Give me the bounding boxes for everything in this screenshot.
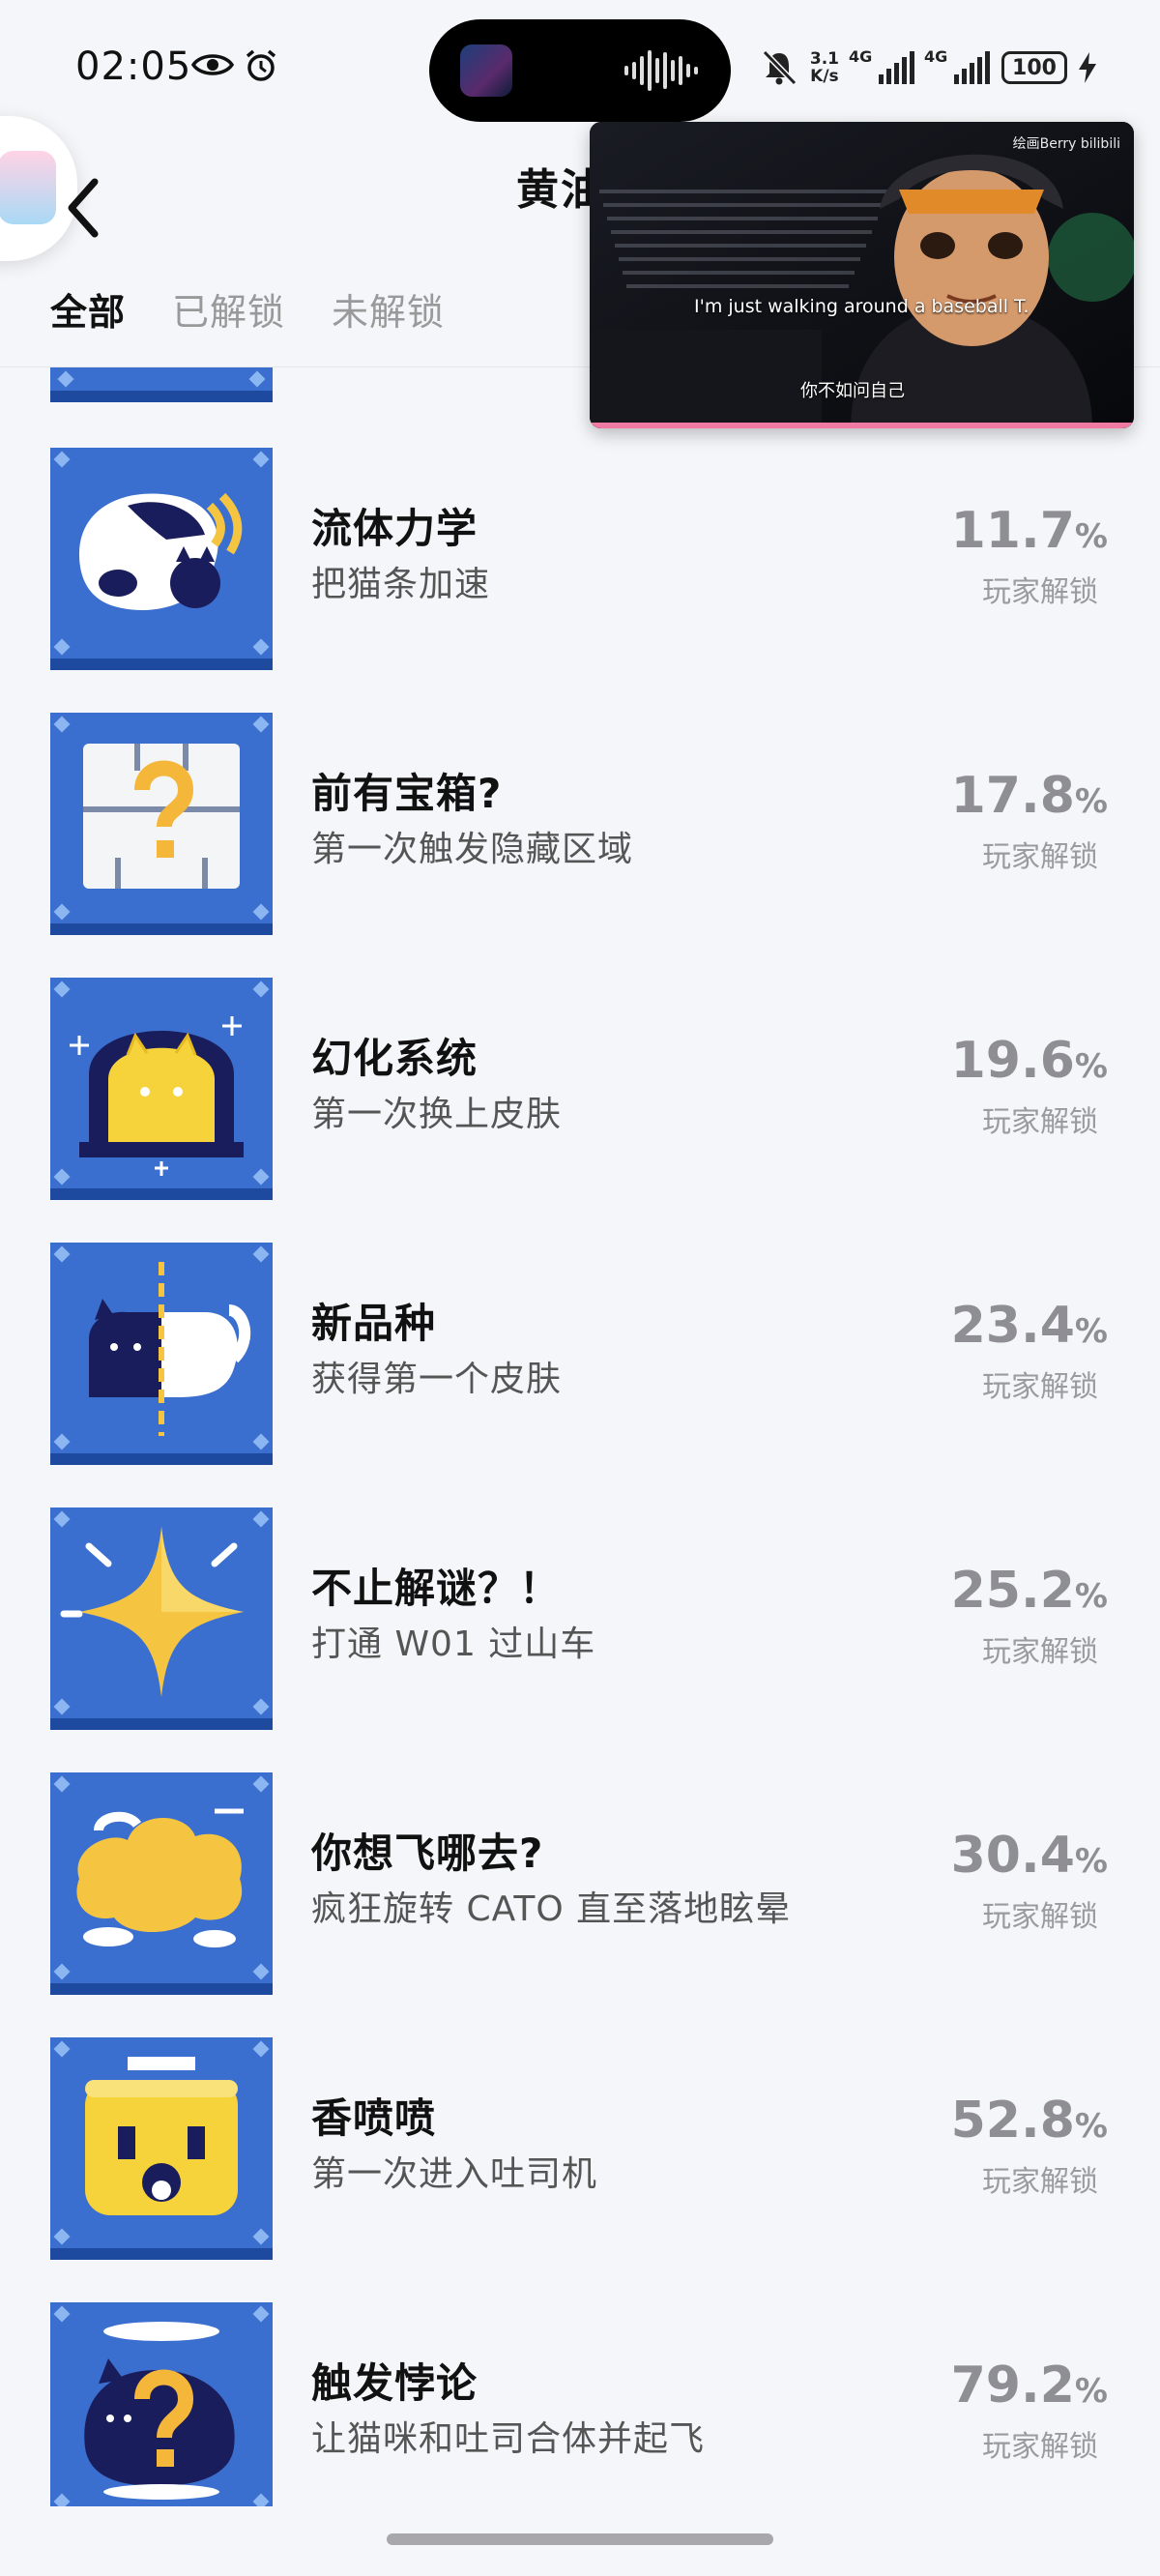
unlock-label: 玩家解锁 bbox=[982, 2165, 1098, 2199]
achievement-desc: 第一次进入吐司机 bbox=[311, 2154, 598, 2194]
achievement-row[interactable]: 新品种 获得第一个皮肤 23.4% 玩家解锁 bbox=[0, 1243, 1160, 1508]
bilibili-app-icon bbox=[0, 151, 56, 224]
achievement-row[interactable]: 幻化系统 第一次换上皮肤 19.6% 玩家解锁 bbox=[0, 978, 1160, 1243]
achievement-name: 流体力学 bbox=[311, 505, 478, 552]
signal-1-icon: 4G bbox=[849, 47, 914, 84]
subtitle-chinese: 你不如问自己 bbox=[800, 381, 905, 401]
eye-icon bbox=[191, 54, 234, 75]
achievement-name: 你想飞哪去? bbox=[311, 1830, 544, 1877]
unlock-label: 玩家解锁 bbox=[982, 575, 1098, 609]
achievement-name: 香喷喷 bbox=[311, 2094, 437, 2142]
unlock-percent: 11.7% bbox=[950, 502, 1108, 560]
back-arrow-icon[interactable] bbox=[58, 174, 112, 242]
unlock-label: 玩家解锁 bbox=[982, 1105, 1098, 1139]
unlock-percent: 19.6% bbox=[950, 1032, 1108, 1090]
unlock-percent: 25.2% bbox=[950, 1562, 1108, 1620]
paradox-cat-icon bbox=[50, 2302, 273, 2525]
net-speed: 3.1 K/s bbox=[809, 49, 839, 86]
toast-face-icon bbox=[50, 2037, 273, 2260]
split-cat-icon bbox=[50, 1243, 273, 1465]
mute-bell-icon bbox=[762, 49, 798, 86]
video-watermark: 绘画Berry bilibili bbox=[1012, 136, 1120, 152]
achievement-name: 不止解谜？！ bbox=[311, 1565, 562, 1612]
achievement-row[interactable]: 流体力学 把猫条加速 11.7% 玩家解锁 bbox=[0, 448, 1160, 713]
achievement-name: 幻化系统 bbox=[311, 1035, 478, 1082]
unlock-percent: 17.8% bbox=[950, 767, 1108, 825]
tab-unlocked[interactable]: 已解锁 bbox=[172, 282, 285, 336]
cat-window-icon bbox=[50, 978, 273, 1200]
filter-tabs: 全部 已解锁 未解锁 bbox=[50, 282, 445, 336]
status-time: 02:05 bbox=[75, 44, 192, 89]
unlock-label: 玩家解锁 bbox=[982, 1635, 1098, 1669]
unlock-label: 玩家解锁 bbox=[982, 1370, 1098, 1404]
achievement-row[interactable]: 不止解谜？！ 打通 W01 过山车 25.2% 玩家解锁 bbox=[0, 1508, 1160, 1772]
audio-wave-icon bbox=[624, 50, 698, 91]
achievement-desc: 第一次换上皮肤 bbox=[311, 1095, 563, 1134]
achievement-row[interactable]: 你想飞哪去? 疯狂旋转 CATO 直至落地眩晕 30.4% 玩家解锁 bbox=[0, 1772, 1160, 2037]
achievement-desc: 把猫条加速 bbox=[311, 565, 491, 604]
status-right: 3.1 K/s 4G 4G 100 bbox=[760, 47, 1096, 87]
tab-locked[interactable]: 未解锁 bbox=[332, 282, 445, 336]
battery-icon: 100 bbox=[1001, 51, 1067, 84]
alarm-icon bbox=[246, 49, 276, 81]
achievement-desc: 疯狂旋转 CATO 直至落地眩晕 bbox=[311, 1889, 792, 1929]
achievement-desc: 获得第一个皮肤 bbox=[311, 1360, 563, 1399]
unlock-percent: 30.4% bbox=[950, 1827, 1108, 1885]
achievement-name: 触发悖论 bbox=[311, 2359, 478, 2407]
mystery-chest-icon bbox=[50, 713, 273, 935]
achievement-tile-partial bbox=[50, 367, 273, 402]
achievement-row[interactable]: 香喷喷 第一次进入吐司机 52.8% 玩家解锁 bbox=[0, 2037, 1160, 2302]
unlock-label: 玩家解锁 bbox=[982, 1900, 1098, 1934]
achievement-desc: 打通 W01 过山车 bbox=[311, 1625, 596, 1664]
video-progress-bar[interactable] bbox=[590, 423, 1134, 428]
video-pip-window[interactable]: 绘画Berry bilibili I'm just walking around… bbox=[590, 122, 1134, 428]
cat-dash-icon bbox=[50, 448, 273, 670]
achievement-desc: 第一次触发隐藏区域 bbox=[311, 830, 634, 869]
media-thumbnail bbox=[460, 44, 512, 97]
unlock-label: 玩家解锁 bbox=[982, 840, 1098, 874]
dizzy-cloud-icon bbox=[50, 1772, 273, 1995]
home-indicator[interactable] bbox=[387, 2533, 773, 2545]
achievement-name: 新品种 bbox=[311, 1300, 437, 1347]
unlock-percent: 52.8% bbox=[950, 2092, 1108, 2150]
achievement-name: 前有宝箱? bbox=[311, 770, 503, 817]
achievement-page: { "status_bar": { "time": "02:05", "net_… bbox=[0, 0, 1160, 2576]
unlock-percent: 23.4% bbox=[950, 1297, 1108, 1355]
charging-bolt-icon bbox=[1079, 52, 1096, 83]
unlock-percent: 79.2% bbox=[950, 2356, 1108, 2415]
tab-all[interactable]: 全部 bbox=[50, 282, 126, 336]
signal-2-icon: 4G bbox=[924, 47, 990, 84]
unlock-label: 玩家解锁 bbox=[982, 2430, 1098, 2464]
achievement-desc: 让猫咪和吐司合体并起飞 bbox=[311, 2419, 706, 2459]
subtitle-english: I'm just walking around a baseball T. bbox=[694, 296, 1030, 317]
achievement-row[interactable]: 前有宝箱? 第一次触发隐藏区域 17.8% 玩家解锁 bbox=[0, 713, 1160, 978]
star-sparkle-icon bbox=[50, 1508, 273, 1730]
dynamic-island[interactable] bbox=[429, 19, 731, 122]
